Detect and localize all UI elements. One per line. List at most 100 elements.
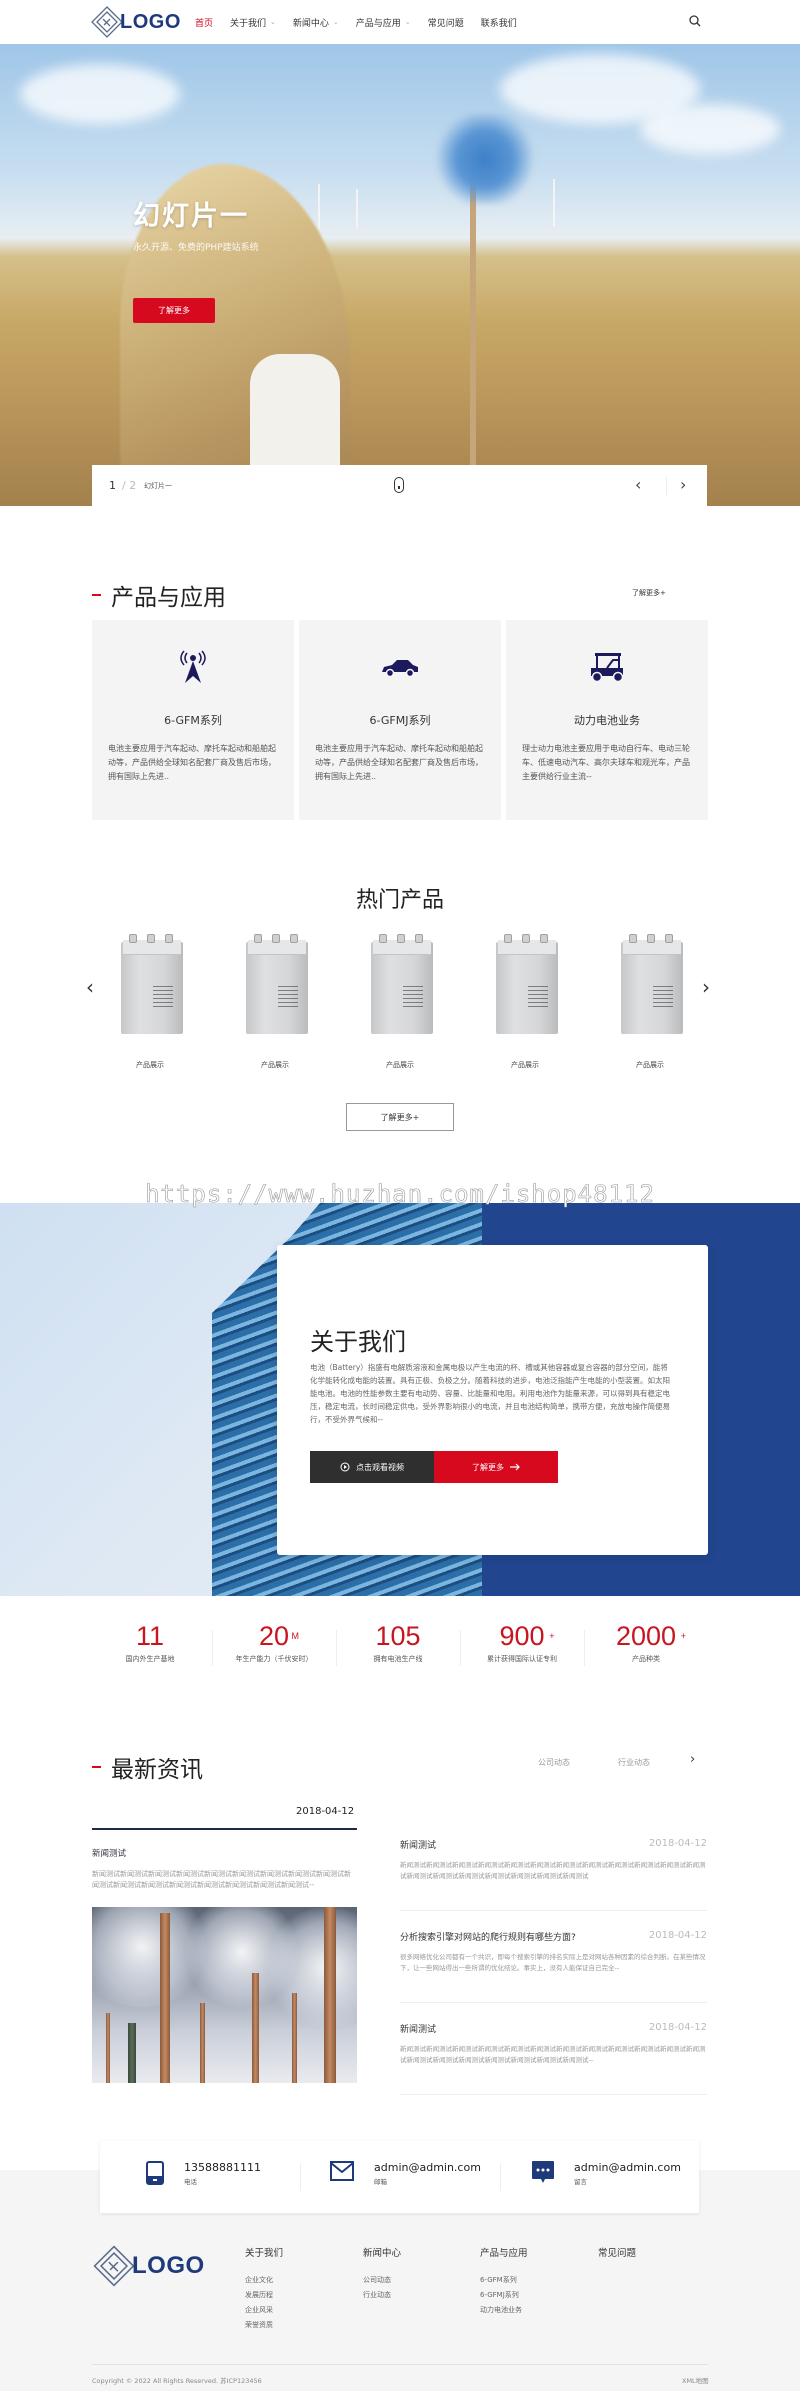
news-tab-company[interactable]: 公司动态 — [538, 1757, 570, 1768]
stat-number: 105 — [375, 1621, 421, 1651]
featured-news-image[interactable] — [92, 1907, 357, 2083]
contact-message[interactable]: admin@admin.com 留言 — [532, 2161, 681, 2186]
stat-suffix: + — [680, 1631, 687, 1641]
news-item[interactable]: 新闻测试 2018-04-12 新闻测试新闻测试新闻测试新闻测试新闻测试新闻测试新闻… — [400, 2022, 707, 2095]
battery-label — [528, 986, 548, 1010]
stat-value: 20 M — [259, 1620, 299, 1652]
product-item[interactable]: 产品展示 — [357, 928, 443, 1070]
carousel-next-button[interactable]: › — [702, 975, 710, 999]
battery-label — [653, 986, 673, 1010]
footer-link[interactable]: 企业文化 — [245, 2273, 283, 2288]
product-caption: 产品展示 — [511, 1061, 539, 1069]
news-item[interactable]: 分析搜索引擎对网站的爬行规则有哪些方面? 2018-04-12 很多网络优化公司都有… — [400, 1930, 707, 2003]
product-item[interactable]: 产品展示 — [482, 928, 568, 1070]
watch-video-button[interactable]: 点击观看视频 — [310, 1451, 434, 1483]
footer-column-title[interactable]: 常见问题 — [598, 2245, 636, 2259]
footer-column: 关于我们企业文化 发展历程 企业风采 荣誉资质 — [245, 2245, 283, 2333]
product-card[interactable]: 6-GFMJ系列 电池主要应用于汽车起动、摩托车起动和船舶起动等，产品供给全球知… — [299, 620, 501, 820]
product-caption: 产品展示 — [261, 1061, 289, 1069]
battery-terminal — [504, 934, 512, 943]
about-more-button[interactable]: 了解更多 — [434, 1451, 558, 1483]
slide-prev-button[interactable]: ‹ — [635, 475, 641, 494]
nav-label: 产品与应用 — [355, 18, 401, 29]
nav-home[interactable]: 首页 — [195, 16, 213, 29]
carousel-prev-button[interactable]: ‹ — [86, 975, 94, 999]
stat-item: 20 M 年生产能力（千伏安时） — [212, 1620, 336, 1664]
news-date: 2018-04-12 — [648, 1838, 707, 1849]
nav-label: 关于我们 — [230, 18, 267, 29]
stat-number: 11 — [135, 1621, 165, 1651]
arrow-right-icon — [510, 1463, 520, 1471]
scroll-mouse-icon[interactable] — [394, 477, 404, 493]
news-item[interactable]: 新闻测试 2018-04-12 新闻测试新闻测试新闻测试新闻测试新闻测试新闻测试新闻… — [400, 1838, 707, 1911]
stat-number: 900 — [499, 1621, 545, 1651]
signal-tower-icon — [180, 650, 206, 683]
nav-label: 常见问题 — [427, 18, 464, 29]
featured-news-title[interactable]: 新闻测试 — [92, 1847, 126, 1859]
product-card[interactable]: 6-GFM系列 电池主要应用于汽车起动、摩托车起动和船舶起动等，产品供给全球知名… — [92, 620, 294, 820]
products-more-link[interactable]: 了解更多+ — [632, 588, 666, 598]
contact-email[interactable]: admin@admin.com 邮箱 — [330, 2161, 481, 2186]
footer-column: 常见问题 — [598, 2245, 636, 2273]
footer-link[interactable]: 行业动态 — [363, 2288, 401, 2303]
footer-link[interactable]: 6-GFM系列 — [480, 2273, 528, 2288]
stat-label: 拥有电池生产线 — [373, 1655, 423, 1663]
news-date: 2018-04-12 — [648, 2022, 707, 2033]
card-icon-wrap — [92, 650, 294, 684]
hero-learn-more-button[interactable]: 了解更多 — [133, 298, 215, 323]
search-icon[interactable] — [688, 14, 702, 28]
battery-terminal — [522, 934, 530, 943]
section-title: 产品与应用 — [111, 585, 226, 611]
hot-products-more-button[interactable]: 了解更多+ — [346, 1103, 454, 1131]
product-item[interactable]: 产品展示 — [607, 928, 693, 1070]
tree-trunk — [200, 2003, 205, 2083]
contact-phone[interactable]: 13588881111 电话 — [146, 2161, 261, 2186]
card-title: 6-GFM系列 — [164, 714, 222, 727]
nav-products[interactable]: 产品与应用 ⌄ — [356, 16, 411, 29]
golf-cart-icon — [591, 653, 624, 683]
nav-faq[interactable]: 常见问题 — [428, 16, 464, 29]
tree-trunk — [160, 1913, 170, 2083]
hero-title: 幻灯片一 — [133, 201, 249, 232]
footer-logo[interactable]: LOGO — [92, 2244, 205, 2288]
footer-link[interactable]: 发展历程 — [245, 2288, 283, 2303]
watermark: https://www.huzhan.com/ishop48112 — [145, 1180, 655, 1209]
nav-news[interactable]: 新闻中心 ⌄ — [293, 16, 339, 29]
footer-link[interactable]: 公司动态 — [363, 2273, 401, 2288]
footer-column-title[interactable]: 关于我们 — [245, 2245, 283, 2259]
nav-contact[interactable]: 联系我们 — [481, 16, 517, 29]
footer-link[interactable]: 荣誉资质 — [245, 2318, 283, 2333]
stat-label: 产品种类 — [632, 1655, 660, 1663]
site-header: LOGO 首页 关于我们 ⌄ 新闻中心 ⌄ 产品与应用 ⌄ 常见问题 联系我们 — [0, 0, 800, 44]
news-desc: 新闻测试新闻测试新闻测试新闻测试新闻测试新闻测试新闻测试新闻测试新闻测试新闻测试… — [400, 1861, 706, 1880]
battery-terminal — [629, 934, 637, 943]
news-next-button[interactable]: › — [690, 1752, 695, 1767]
featured-news-date: 2018-04-12 — [296, 1806, 355, 1817]
footer-link[interactable]: 动力电池业务 — [480, 2303, 528, 2318]
sitemap-link[interactable]: XML地图 — [682, 2375, 709, 2385]
footer-column-title[interactable]: 新闻中心 — [363, 2245, 401, 2259]
footer-column-title[interactable]: 产品与应用 — [480, 2245, 528, 2259]
product-item[interactable]: 产品展示 — [232, 928, 318, 1070]
products-heading: 产品与应用 — [92, 578, 226, 612]
chevron-down-icon: ⌄ — [270, 18, 276, 26]
product-card[interactable]: 动力电池业务 理士动力电池主要应用于电动自行车、电动三轮车、低速电动汽车、高尔夫… — [506, 620, 708, 820]
footer-link[interactable]: 6-GFMJ系列 — [480, 2288, 528, 2303]
footer-link[interactable]: 企业风采 — [245, 2303, 283, 2318]
card-title: 动力电池业务 — [574, 714, 640, 727]
battery-terminal — [647, 934, 655, 943]
play-circle-icon — [340, 1462, 350, 1472]
news-tab-industry[interactable]: 行业动态 — [618, 1757, 650, 1768]
card-icon-wrap — [506, 650, 708, 684]
battery-image — [246, 934, 308, 1034]
tree-trunk — [324, 1907, 336, 2083]
tree-trunk — [106, 2013, 110, 2083]
nav-about[interactable]: 关于我们 ⌄ — [230, 16, 276, 29]
battery-image — [621, 934, 683, 1034]
battery-terminal — [415, 934, 423, 943]
about-card: 关于我们 电池（Battery）指盛有电解质溶液和金属电极以产生电流的杯、槽或其… — [277, 1245, 708, 1555]
site-logo[interactable]: LOGO — [90, 6, 181, 38]
product-item[interactable]: 产品展示 — [107, 928, 193, 1070]
slide-next-button[interactable]: › — [680, 475, 686, 494]
stat-number: 2000 — [615, 1621, 677, 1651]
